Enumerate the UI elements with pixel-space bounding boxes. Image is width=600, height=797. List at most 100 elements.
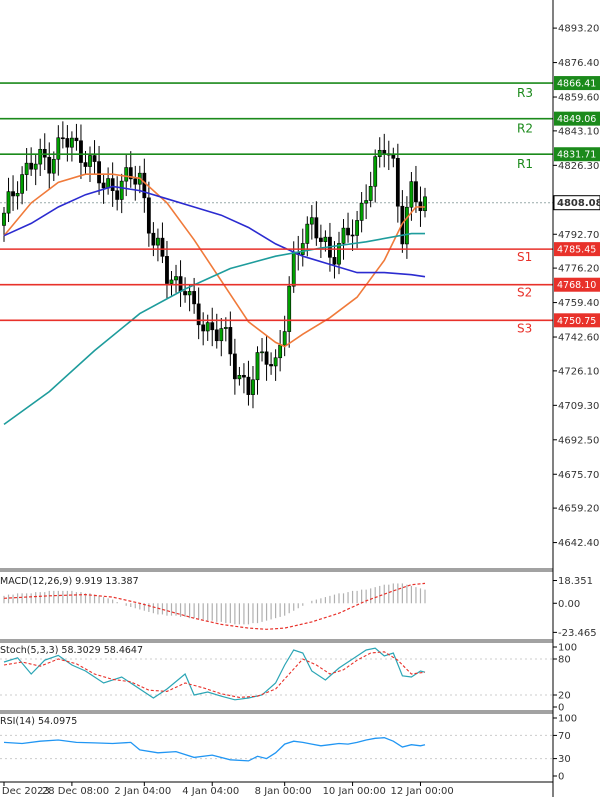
candle (273, 349, 278, 381)
candle (110, 162, 115, 207)
candle-body (110, 178, 115, 192)
indicator-tick-label: -23.465 (558, 628, 597, 639)
candle-body (350, 234, 355, 237)
candle (42, 133, 47, 171)
candle (368, 171, 373, 208)
last-price-label: 4808.08 (557, 198, 600, 209)
candle-body (160, 237, 165, 257)
candle-body (269, 364, 273, 367)
candle-body (79, 140, 83, 163)
candle (255, 346, 260, 395)
candle (65, 125, 70, 162)
candle-body (196, 303, 201, 326)
candle (106, 167, 111, 195)
candle-body (395, 158, 400, 207)
macd-pane: MACD(12,26,9) 9.919 13.387 18.351 0.00 -23… (0, 576, 597, 639)
level-price-label: 4866.41 (557, 79, 596, 90)
candle (205, 314, 210, 341)
candle-body (124, 167, 129, 182)
price-tick-label: 4876.40 (558, 58, 599, 69)
candle-body (318, 237, 323, 242)
candle (414, 165, 418, 213)
candle (219, 318, 224, 357)
candle-body (74, 137, 79, 142)
price-tick-label: 4659.20 (558, 504, 599, 515)
candle (128, 151, 133, 188)
candle-body (414, 181, 418, 203)
candle-body (210, 322, 215, 331)
candle (314, 201, 319, 246)
candle-body (323, 236, 328, 242)
moving-average-line (3, 232, 425, 426)
candle-body (364, 200, 369, 204)
candle (142, 158, 147, 213)
rsi-line (3, 737, 426, 762)
candle-body (409, 181, 414, 208)
candle (242, 363, 246, 394)
candle (260, 337, 264, 362)
candle (6, 177, 11, 223)
candle (359, 192, 364, 233)
macd-label: MACD(12,26,9) 9.919 13.387 (0, 576, 139, 587)
indicator-tick-label: 80 (558, 655, 571, 666)
candle-body (260, 351, 264, 354)
candle-body (83, 162, 88, 167)
candle (192, 277, 197, 314)
indicator-tick-label: 70 (558, 731, 571, 742)
indicator-tick-label: 100 (558, 643, 577, 654)
price-chart: R3 4866.41 R2 4849.06 R1 4831.71 S1 4785.45 S2 47… (0, 0, 600, 797)
candle-body (42, 148, 47, 158)
candle (169, 271, 174, 296)
candle-body (314, 217, 319, 239)
candle-body (106, 178, 111, 189)
support-resistance-levels: R3 4866.41 R2 4849.06 R1 4831.71 S1 4785.45 S2 47… (0, 76, 600, 335)
indicator-tick-label: 100 (558, 714, 577, 725)
candle (74, 123, 79, 151)
candle-body (187, 291, 192, 296)
time-axis: 26 Dec 202328 Dec 08:002 Jan 04:004 Jan … (0, 782, 454, 797)
candle (88, 146, 92, 183)
candle (377, 137, 382, 168)
rsi-label: RSI(14) 54.0975 (0, 716, 77, 727)
candle-body (92, 155, 97, 162)
candle (156, 228, 160, 262)
price-tick-label: 4792.70 (558, 230, 599, 241)
candle (278, 330, 283, 372)
time-tick-label: 28 Dec 08:00 (42, 786, 109, 797)
candle-body (309, 217, 314, 225)
candle-body (115, 190, 120, 200)
indicator-tick-label: 30 (558, 754, 571, 765)
time-tick-label: 2 Jan 04:00 (114, 786, 171, 797)
candle-body (11, 191, 15, 197)
candle (287, 276, 292, 348)
candle (51, 151, 56, 182)
candle-body (232, 353, 237, 380)
candle-body (97, 161, 101, 184)
candle-body (287, 285, 292, 332)
candle (246, 360, 251, 406)
candle (160, 222, 165, 264)
stochastic-pane: Stoch(5,3,3) 58.3029 58.4647 10080 200 (0, 643, 577, 714)
candle (15, 181, 20, 210)
candle (47, 142, 52, 189)
candle (341, 219, 346, 260)
price-tick-label: 4692.50 (558, 435, 599, 446)
candle-body (391, 154, 396, 159)
candle (201, 312, 206, 346)
time-tick-label: 8 Jan 00:00 (255, 786, 312, 797)
candle (391, 147, 396, 168)
candle-body (242, 375, 246, 378)
candle-body (305, 223, 310, 244)
candle-body (47, 156, 52, 174)
level-name-r1: R1 (517, 157, 533, 171)
candle-body (192, 291, 197, 305)
candle (79, 124, 83, 179)
candle-body (337, 243, 341, 265)
candle-body (214, 329, 219, 342)
candle (350, 219, 355, 251)
candle (364, 184, 369, 220)
candle (146, 181, 151, 247)
candle (309, 205, 314, 240)
candle (264, 335, 269, 381)
candle-body (60, 137, 65, 140)
